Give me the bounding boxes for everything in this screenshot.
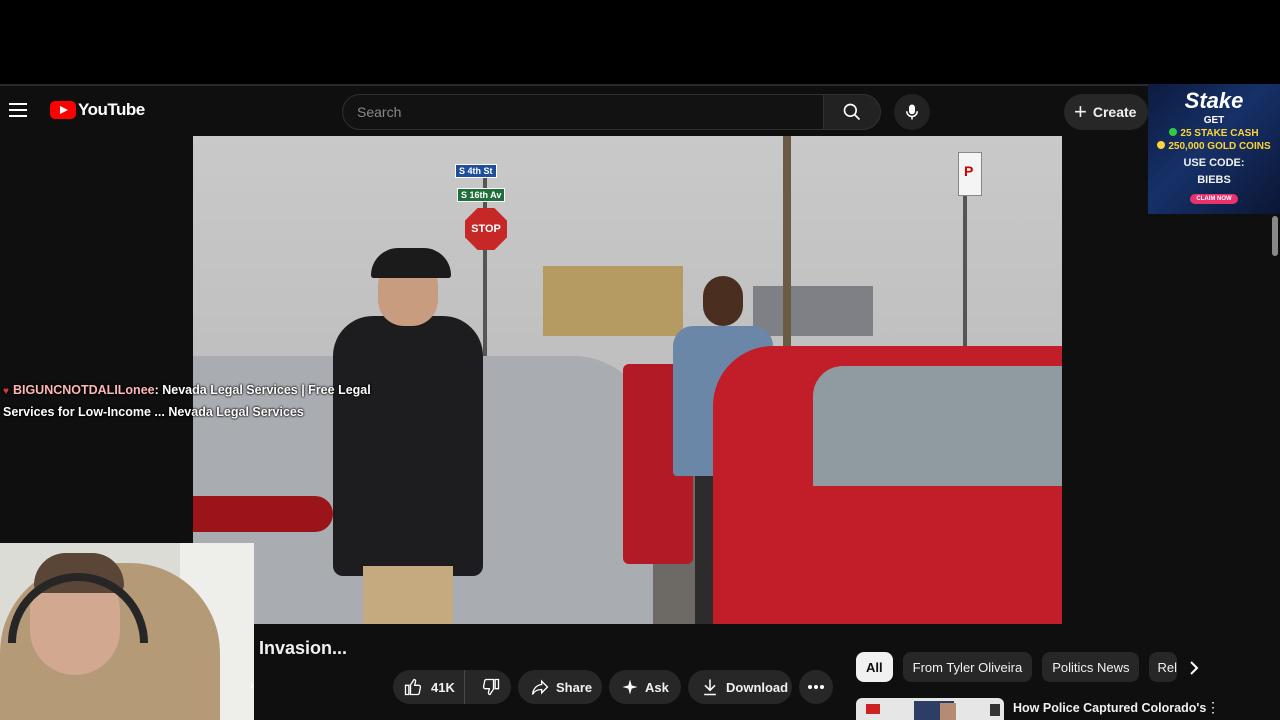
microphone-icon: [906, 104, 918, 120]
scene-pole-2: [483, 176, 487, 356]
ad-code: BIEBS: [1197, 174, 1231, 186]
like-count: 41K: [431, 679, 455, 695]
heart-icon: ♥: [3, 386, 9, 397]
scene-building: [543, 266, 683, 336]
ad-line-coins: 250,000 GOLD COINS: [1148, 140, 1280, 153]
scene-taillight: [193, 496, 333, 532]
dislike-button[interactable]: [471, 670, 511, 704]
ad-code-label: USE CODE:: [1183, 157, 1245, 169]
cash-icon: [1169, 128, 1178, 136]
ad-coins-text: 250,000 GOLD COINS: [1168, 141, 1271, 152]
thumbs-down-icon: [483, 678, 500, 696]
coin-icon: [1157, 141, 1166, 149]
page: YouTube + Create Stake GET 25 STAKE CASH…: [0, 0, 1280, 720]
menu-icon[interactable]: [6, 98, 30, 122]
scene-pole-3: [963, 186, 967, 356]
chips-next-button[interactable]: [1180, 656, 1208, 680]
plus-icon: +: [1074, 99, 1087, 124]
download-label: Download: [726, 679, 789, 695]
chevron-right-icon: [1190, 661, 1199, 675]
recommended-title[interactable]: How Police Captured Colorado's: [1013, 701, 1206, 715]
download-icon: [704, 679, 716, 696]
masthead: YouTube + Create: [0, 84, 1148, 136]
chip-from-channel[interactable]: From Tyler Oliveira: [902, 652, 1033, 682]
ad-claim-button[interactable]: CLAIM NOW: [1190, 194, 1238, 204]
create-label: Create: [1092, 104, 1137, 120]
more-actions-button[interactable]: [799, 670, 833, 704]
street-sign-top: S 4th St: [455, 164, 497, 178]
share-label: Share: [556, 679, 593, 695]
scene-red-car: [713, 346, 1062, 624]
recommendation-chips: All From Tyler Oliveira Politics News Re…: [856, 652, 1178, 682]
youtube-logo[interactable]: YouTube: [50, 100, 145, 120]
ask-button[interactable]: Ask: [609, 670, 681, 704]
search-button[interactable]: [823, 94, 881, 130]
stake-ad-banner[interactable]: Stake GET 25 STAKE CASH 250,000 GOLD COI…: [1148, 84, 1280, 214]
no-parking-sign: [958, 152, 982, 196]
create-button[interactable]: + Create: [1064, 94, 1148, 130]
chat-overlay: ♥ BIGUNCNOTDALILonee: Nevada Legal Servic…: [3, 380, 383, 422]
chip-all[interactable]: All: [856, 652, 893, 682]
chip-politics-news[interactable]: Politics News: [1042, 652, 1140, 682]
share-button[interactable]: Share: [518, 670, 602, 704]
share-icon: [531, 679, 549, 695]
more-horizontal-icon: [808, 685, 824, 689]
search-input[interactable]: [343, 95, 823, 129]
download-button[interactable]: Download: [688, 670, 792, 704]
thumbs-up-icon: [404, 678, 422, 696]
logo-text: YouTube: [78, 100, 145, 119]
more-vertical-icon[interactable]: ⋮: [1206, 700, 1220, 714]
page-scrollbar[interactable]: [1270, 214, 1280, 720]
recommended-thumbnail[interactable]: [856, 698, 1004, 720]
streamer-webcam: [0, 543, 254, 720]
ad-cash-text: 25 STAKE CASH: [1180, 128, 1259, 139]
video-title: Invasion...: [259, 638, 348, 658]
search-box: [342, 94, 824, 130]
ad-line-get: GET: [1203, 115, 1225, 126]
chat-username: BIGUNCNOTDALILonee: [12, 383, 155, 397]
youtube-play-icon: [50, 101, 76, 119]
browser-black-band: [0, 0, 1280, 84]
ad-line-cash: 25 STAKE CASH: [1148, 127, 1280, 140]
sparkle-icon: [622, 679, 638, 695]
chevron-icon[interactable]: ›: [250, 678, 254, 692]
voice-search-button[interactable]: [894, 94, 930, 130]
ad-brand: Stake: [1184, 88, 1244, 113]
scene-person-left: [333, 248, 483, 624]
street-sign-bottom: S 16th Av: [457, 188, 506, 202]
scrollbar-thumb[interactable]: [1272, 216, 1278, 256]
scene-pole: [783, 136, 791, 356]
ask-label: Ask: [645, 679, 669, 695]
chip-related[interactable]: Rela: [1149, 652, 1178, 682]
recommended-video[interactable]: How Police Captured Colorado's ⋮: [856, 698, 1220, 720]
search-icon: [843, 103, 861, 121]
like-button[interactable]: 41K: [393, 670, 466, 704]
like-dislike-group: 41K: [393, 670, 511, 704]
